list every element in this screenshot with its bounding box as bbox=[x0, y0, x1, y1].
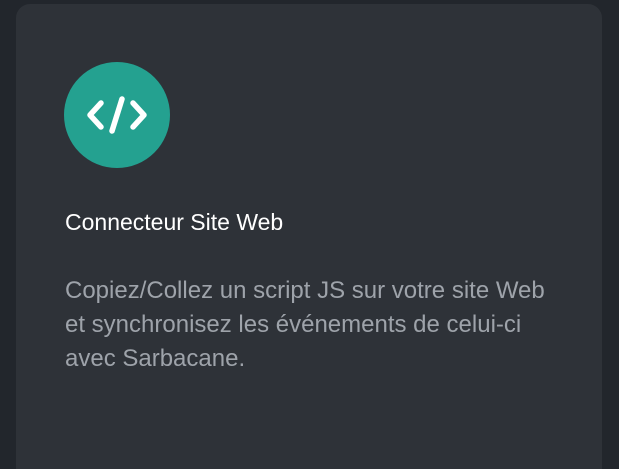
card-description: Copiez/Collez un script JS sur votre sit… bbox=[65, 277, 545, 372]
connector-card[interactable]: Connecteur Site Web Copiez/Collez un scr… bbox=[16, 4, 602, 469]
code-icon bbox=[87, 96, 147, 134]
card-title: Connecteur Site Web bbox=[65, 209, 284, 235]
code-icon-badge bbox=[64, 62, 170, 168]
